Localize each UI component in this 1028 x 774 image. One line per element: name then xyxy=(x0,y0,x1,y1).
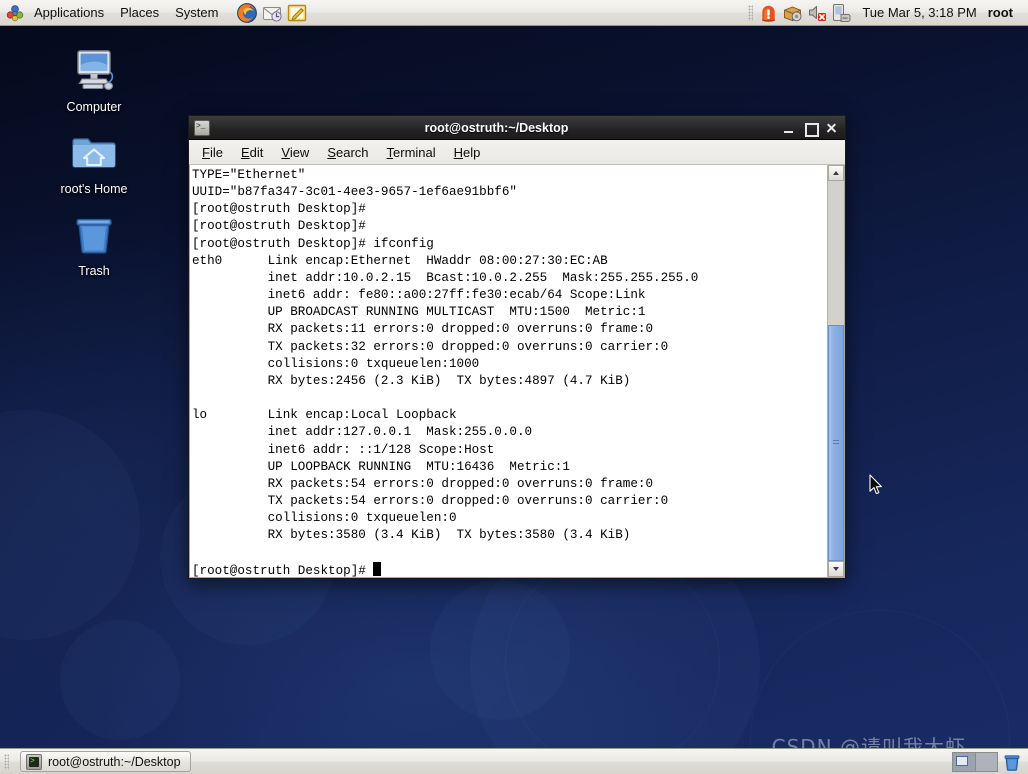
desktop-icon-label: root's Home xyxy=(60,182,128,196)
maximize-button[interactable] xyxy=(800,118,820,138)
menu-terminal[interactable]: Terminal xyxy=(378,142,445,163)
terminal-icon xyxy=(194,119,210,136)
mouse-cursor xyxy=(869,474,883,496)
terminal-prompt: [root@ostruth Desktop]# xyxy=(192,563,374,577)
scroll-up-button[interactable] xyxy=(828,165,844,181)
minimize-button[interactable] xyxy=(779,118,799,138)
bottom-panel: root@ostruth:~/Desktop xyxy=(0,748,1028,774)
top-panel: Applications Places System Tue Mar 5, 3:… xyxy=(0,0,1028,26)
terminal-content-area: TYPE="Ethernet" UUID="b87fa347-3c01-4ee3… xyxy=(189,165,845,578)
printer-status-icon[interactable] xyxy=(830,2,851,23)
workspace-window-preview xyxy=(956,755,968,766)
desktop-icon-trash[interactable]: Trash xyxy=(46,210,142,278)
taskbar-grip-handle[interactable] xyxy=(4,753,9,770)
trash-icon xyxy=(70,210,118,258)
window-title: root@ostruth:~/Desktop xyxy=(424,120,569,135)
package-updates-icon[interactable] xyxy=(782,2,803,23)
terminal-window[interactable]: root@ostruth:~/Desktop File Edit View Se… xyxy=(188,115,846,579)
trash-icon[interactable] xyxy=(1002,752,1022,772)
alert-notification-icon[interactable] xyxy=(758,2,779,23)
wallpaper-bubble xyxy=(430,580,570,720)
workspace-switcher[interactable] xyxy=(952,751,998,772)
window-title-bar[interactable]: root@ostruth:~/Desktop xyxy=(189,116,845,140)
menu-applications[interactable]: Applications xyxy=(27,2,111,23)
menu-places[interactable]: Places xyxy=(113,2,166,23)
wallpaper-bubble xyxy=(60,620,180,740)
taskbar-window-button[interactable]: root@ostruth:~/Desktop xyxy=(20,751,191,772)
menu-help[interactable]: Help xyxy=(445,142,490,163)
terminal-cursor xyxy=(373,561,381,576)
scrollbar-thumb[interactable] xyxy=(828,325,844,561)
evolution-mail-launcher-icon[interactable] xyxy=(261,2,283,24)
home-folder-icon xyxy=(70,128,118,176)
terminal-output[interactable]: TYPE="Ethernet" UUID="b87fa347-3c01-4ee3… xyxy=(190,165,827,577)
desktop-icon-label: Computer xyxy=(66,100,122,114)
scrollbar-track[interactable] xyxy=(828,181,844,561)
wallpaper-bubble xyxy=(0,410,140,640)
desktop-icon-home[interactable]: root's Home xyxy=(46,128,142,196)
window-controls xyxy=(779,118,841,138)
bottom-panel-right xyxy=(952,751,1028,772)
terminal-scrollbar[interactable] xyxy=(827,165,844,577)
desktop-icon-label: Trash xyxy=(78,264,110,278)
panel-clock[interactable]: Tue Mar 5, 3:18 PM xyxy=(854,5,984,20)
desktop[interactable]: Applications Places System Tue Mar 5, 3:… xyxy=(0,0,1028,774)
close-button[interactable] xyxy=(821,118,841,138)
panel-launchers xyxy=(236,2,308,24)
scroll-down-button[interactable] xyxy=(828,561,844,577)
computer-icon xyxy=(70,46,118,94)
terminal-menu-bar: File Edit View Search Terminal Help xyxy=(189,140,845,165)
menu-file[interactable]: File xyxy=(193,142,232,163)
desktop-icon-computer[interactable]: Computer xyxy=(46,46,142,114)
system-tray: Tue Mar 5, 3:18 PM root xyxy=(748,2,1028,23)
wallpaper-bubble xyxy=(505,555,720,770)
firefox-launcher-icon[interactable] xyxy=(236,2,258,24)
menu-system[interactable]: System xyxy=(168,2,225,23)
workspace-1[interactable] xyxy=(953,752,975,771)
terminal-icon xyxy=(26,753,42,770)
panel-username[interactable]: root xyxy=(988,5,1022,20)
tray-grip-handle[interactable] xyxy=(748,4,754,21)
text-editor-launcher-icon[interactable] xyxy=(286,2,308,24)
applications-logo-icon[interactable] xyxy=(5,3,25,23)
menu-view[interactable]: View xyxy=(272,142,318,163)
volume-muted-icon[interactable] xyxy=(806,2,827,23)
terminal-scrollback: TYPE="Ethernet" UUID="b87fa347-3c01-4ee3… xyxy=(192,168,699,543)
workspace-2[interactable] xyxy=(974,752,998,771)
menu-search[interactable]: Search xyxy=(318,142,377,163)
menu-edit[interactable]: Edit xyxy=(232,142,272,163)
taskbar-window-label: root@ostruth:~/Desktop xyxy=(48,754,181,769)
terminal-text: TYPE="Ethernet" UUID="b87fa347-3c01-4ee3… xyxy=(192,167,827,577)
